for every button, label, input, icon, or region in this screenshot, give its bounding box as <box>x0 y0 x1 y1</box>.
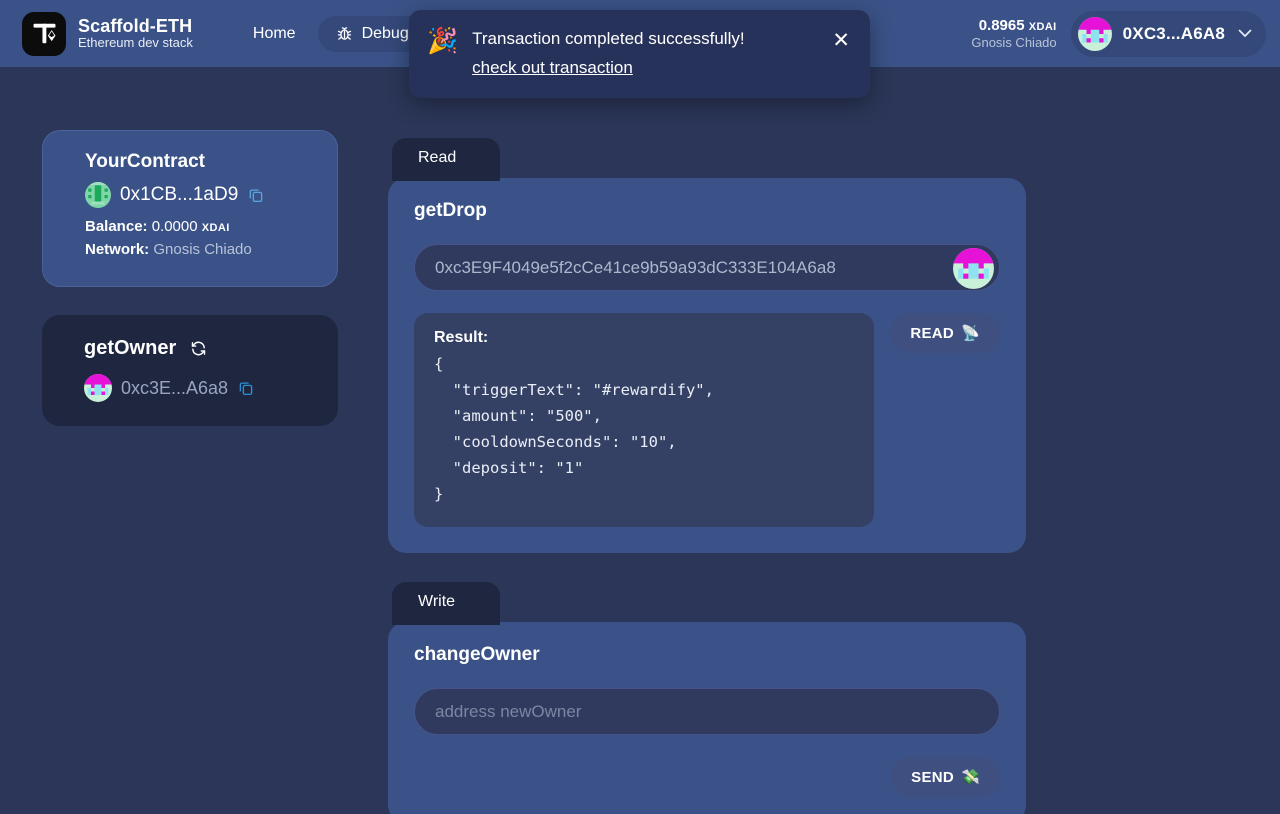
brand-title: Scaffold-ETH <box>78 16 193 37</box>
contract-network-label: Network: <box>85 241 150 258</box>
left-column: YourContract 0x1CB...1aD9 Balance: 0.000… <box>42 130 338 426</box>
header-right: 0.8965 XDAI Gnosis Chiado 0XC3...A6A8 <box>971 0 1266 67</box>
change-owner-address-input[interactable]: address newOwner <box>414 688 1000 735</box>
copy-icon[interactable] <box>237 379 255 397</box>
nav-item-home[interactable]: Home <box>235 16 314 52</box>
toast-transaction-link[interactable]: check out transaction <box>472 58 633 78</box>
contract-network-row: Network: Gnosis Chiado <box>85 241 313 258</box>
app-root: Scaffold-ETH Ethereum dev stack Home Deb… <box>0 0 1280 814</box>
money-with-wings-icon: 💸 <box>961 769 980 786</box>
party-popper-icon: 🎉 <box>427 27 459 55</box>
nav-item-home-label: Home <box>252 24 296 42</box>
avatar <box>85 182 111 208</box>
avatar <box>84 374 112 402</box>
wallet-button[interactable]: 0XC3...A6A8 <box>1070 10 1266 57</box>
read-button-label: READ <box>910 324 955 342</box>
read-button[interactable]: READ 📡 <box>890 313 1000 353</box>
bug-icon <box>336 25 353 42</box>
read-result-box: Result: { "triggerText": "#rewardify", "… <box>414 313 875 528</box>
close-icon[interactable]: ✕ <box>832 30 850 51</box>
contract-balance-value: 0.0000 <box>151 218 198 235</box>
get-owner-card: getOwner 0xc3E...A6a8 <box>42 315 338 426</box>
get-owner-title: getOwner <box>84 337 177 359</box>
avatar <box>1077 16 1112 51</box>
scaffold-eth-logo-icon <box>22 11 66 56</box>
send-button-label: SEND <box>911 768 955 786</box>
write-panel: changeOwner address newOwner SEND 💸 <box>388 622 1026 814</box>
copy-icon[interactable] <box>247 186 265 204</box>
tab-write[interactable]: Write <box>392 582 500 625</box>
contract-name: YourContract <box>85 151 205 172</box>
contract-network-value: Gnosis Chiado <box>153 241 252 258</box>
result-label: Result: <box>434 329 489 346</box>
result-json: { "triggerText": "#rewardify", "amount":… <box>434 355 714 504</box>
avatar <box>953 248 994 289</box>
satellite-dish-icon: 📡 <box>961 325 980 342</box>
contract-info-card: YourContract 0x1CB...1aD9 Balance: 0.000… <box>42 130 338 287</box>
contract-address-row: 0x1CB...1aD9 <box>85 182 313 208</box>
contract-balance-label: Balance: <box>85 218 148 235</box>
write-section: Write changeOwner address newOwner SEND … <box>388 582 1026 814</box>
contract-address: 0x1CB...1aD9 <box>120 184 239 205</box>
tab-read[interactable]: Read <box>392 138 500 181</box>
read-panel: getDrop 0xc3E9F4049e5f2cCe41ce9b59a93dC3… <box>388 178 1026 554</box>
wallet-address: 0XC3...A6A8 <box>1122 23 1225 43</box>
contract-balance-row: Balance: 0.0000 XDAI <box>85 218 313 235</box>
change-owner-address-placeholder: address newOwner <box>435 701 582 721</box>
toast-message: Transaction completed successfully! <box>472 29 745 48</box>
chevron-down-icon <box>1238 26 1252 41</box>
balance-display[interactable]: 0.8965 XDAI Gnosis Chiado <box>971 17 1056 51</box>
contract-balance-unit: XDAI <box>201 222 230 234</box>
balance-amount: 0.8965 XDAI <box>971 16 1057 35</box>
read-function-name: getDrop <box>414 200 487 221</box>
send-button[interactable]: SEND 💸 <box>891 757 1000 797</box>
get-owner-address-row: 0xc3E...A6a8 <box>84 374 314 402</box>
read-section: Read getDrop 0xc3E9F4049e5f2cCe41ce9b59a… <box>388 138 1026 554</box>
get-owner-address: 0xc3E...A6a8 <box>121 377 229 398</box>
balance-network: Gnosis Chiado <box>971 34 1057 50</box>
brand[interactable]: Scaffold-ETH Ethereum dev stack <box>22 11 193 56</box>
balance-amount-unit: XDAI <box>1028 20 1057 33</box>
toast-notification: 🎉 Transaction completed successfully! ch… <box>409 10 870 99</box>
get-drop-address-input[interactable]: 0xc3E9F4049e5f2cCe41ce9b59a93dC333E104A6… <box>414 244 1000 291</box>
brand-subtitle: Ethereum dev stack <box>78 35 193 51</box>
get-drop-address-value: 0xc3E9F4049e5f2cCe41ce9b59a93dC333E104A6… <box>435 257 836 277</box>
balance-amount-value: 0.8965 <box>978 16 1025 34</box>
write-function-name: changeOwner <box>414 644 540 665</box>
refresh-icon[interactable] <box>190 340 207 357</box>
